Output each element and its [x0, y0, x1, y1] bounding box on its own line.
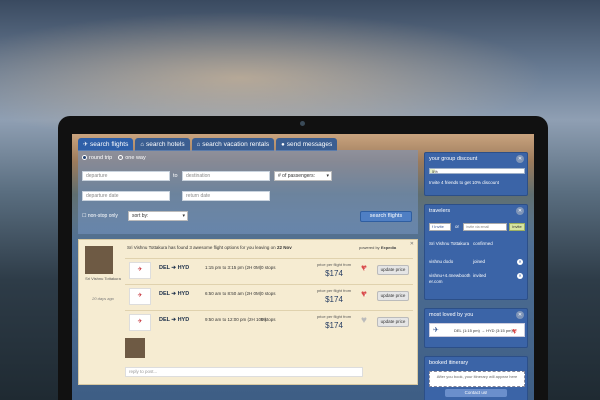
close-icon[interactable]: ✕	[516, 155, 524, 163]
laptop-frame: ✈ search flights ⌂ search hotels ⌂ search v…	[58, 116, 548, 400]
avatar	[85, 246, 113, 274]
home-icon: ⌂	[140, 142, 144, 148]
like-count: 1	[364, 292, 367, 297]
flight-route: DEL ➔ HYD	[159, 291, 190, 297]
camera-icon	[300, 121, 305, 126]
invite-email-input[interactable]: invite via email	[463, 223, 507, 231]
flight-times: 9:50 am to 12:00 pm (2H 10M)	[205, 317, 267, 322]
flight-search-form: round trip one way departure to destinat…	[78, 150, 418, 234]
update-price-button[interactable]: update price	[377, 317, 409, 327]
flight-price: $174	[325, 321, 343, 330]
panel-title: most loved by you	[429, 312, 474, 318]
discount-text: Invite 4 friends to get 10% discount	[429, 180, 500, 185]
panel-title: your group discount	[429, 156, 478, 162]
search-flights-button[interactable]: search flights	[360, 211, 412, 222]
facebook-icon: f	[432, 224, 434, 229]
flight-row: ✈ DEL ➔ HYD 6:50 am to 8:50 am (2H 0M) 0…	[125, 284, 413, 308]
travelers-panel: travelers ✕ f Invite or invite via email…	[424, 204, 528, 300]
group-discount-panel: your group discount ✕ 5% Invite 4 friend…	[424, 152, 528, 196]
price-label: price per flight from	[316, 288, 352, 293]
departure-input[interactable]: departure	[82, 171, 170, 181]
remove-icon[interactable]: ✕	[517, 273, 523, 279]
update-price-button[interactable]: update price	[377, 291, 409, 301]
close-icon[interactable]: ✕	[516, 207, 524, 215]
app-screen: ✈ search flights ⌂ search hotels ⌂ search v…	[72, 134, 534, 400]
price-label: price per flight from	[316, 314, 352, 319]
chevron-down-icon: ▾	[326, 173, 329, 179]
traveler-status: invited	[473, 273, 487, 278]
flight-price: $174	[325, 295, 343, 304]
flight-price: $174	[325, 269, 343, 278]
traveler-name: vishnu+4.4newbooth er.com	[429, 273, 471, 284]
traveler-name: Sri Vishnu Tottakura	[429, 241, 470, 246]
flight-stops: 0 stops	[261, 265, 276, 270]
heart-icon[interactable]: ♥	[361, 316, 367, 326]
airline-logo: ✈	[129, 314, 151, 331]
remove-icon[interactable]: ✕	[517, 259, 523, 265]
traveler-status: joined	[473, 259, 486, 264]
discount-progress: 5%	[429, 168, 525, 174]
flight-stops: 0 stops	[261, 291, 276, 296]
destination-input[interactable]: destination	[182, 171, 270, 181]
background-photo	[0, 0, 600, 130]
passengers-select[interactable]: # of passengers: ▾	[274, 171, 332, 181]
flight-route: DEL ➔ HYD	[159, 317, 190, 323]
post-date: 20 days ago	[92, 296, 114, 301]
traveler-name: vishnu dodo	[429, 259, 454, 264]
contact-us-button[interactable]: Contact us!	[445, 389, 507, 397]
trip-type: round trip one way	[82, 155, 146, 161]
facebook-invite-button[interactable]: f Invite	[429, 223, 451, 231]
traveler-status: confirmed	[473, 241, 493, 246]
update-price-button[interactable]: update price	[377, 265, 409, 275]
sort-select[interactable]: sort by: ▾	[128, 211, 188, 221]
invite-button[interactable]: invite	[509, 223, 525, 231]
loved-flight[interactable]: ✈ DEL (1:15 pm) → HYD (3:15 pm) ♥ 2	[429, 323, 525, 337]
flight-times: 1:15 pm to 3:15 pm (2H 0M)	[205, 265, 262, 270]
or-label: or	[455, 224, 460, 229]
poster-name: Sri Vishnu Tottakura	[85, 276, 121, 281]
like-count: 2	[364, 266, 367, 271]
flight-route: DEL ➔ HYD	[159, 265, 190, 271]
home-icon: ⌂	[196, 142, 201, 148]
return-date-input[interactable]: return date	[182, 191, 270, 201]
to-label: to	[173, 173, 178, 179]
flight-times: 6:50 am to 8:50 am (2H 0M)	[205, 291, 262, 296]
nonstop-checkbox[interactable]: ☐ non-stop only	[82, 213, 118, 219]
reply-input[interactable]: reply to post...	[125, 367, 363, 377]
round-trip-radio[interactable]: round trip	[82, 155, 112, 161]
flight-stops: 0 stops	[261, 317, 276, 322]
flight-row: ✈ DEL ➔ HYD 1:15 pm to 3:15 pm (2H 0M) 0…	[125, 258, 413, 282]
departure-date-input[interactable]: departure date	[82, 191, 170, 201]
itinerary-placeholder: After you book, your itinerary will appe…	[429, 371, 525, 387]
avatar	[125, 338, 145, 358]
plane-icon: ✈	[83, 142, 89, 148]
plane-icon: ✈	[433, 327, 439, 334]
powered-by: powered by Expedia	[359, 245, 397, 250]
one-way-radio[interactable]: one way	[118, 155, 146, 161]
chat-icon: ●	[281, 142, 285, 148]
close-icon[interactable]: ✕	[410, 241, 414, 247]
loved-route: DEL (1:15 pm) → HYD (3:15 pm)	[454, 328, 513, 333]
price-label: price per flight from	[316, 262, 352, 267]
results-card: ✕ Sri Vishnu Tottakura 20 days ago Sri V…	[78, 239, 418, 385]
airline-logo: ✈	[129, 262, 151, 279]
panel-title: travelers	[429, 208, 451, 214]
most-loved-panel: most loved by you ✕ ✈ DEL (1:15 pm) → HY…	[424, 308, 528, 348]
airline-logo: ✈	[129, 288, 151, 305]
like-count: 2	[515, 328, 518, 333]
booked-itinerary-panel: booked itinerary After you book, your it…	[424, 356, 528, 400]
close-icon[interactable]: ✕	[516, 311, 524, 319]
chevron-down-icon: ▾	[182, 213, 185, 219]
results-headline: Sri Vishnu Tottakura has found 3 awesome…	[127, 245, 292, 250]
flight-row: ✈ DEL ➔ HYD 9:50 am to 12:00 pm (2H 10M)…	[125, 310, 413, 334]
expedia-logo: Expedia	[380, 245, 397, 250]
panel-title: booked itinerary	[429, 360, 469, 366]
